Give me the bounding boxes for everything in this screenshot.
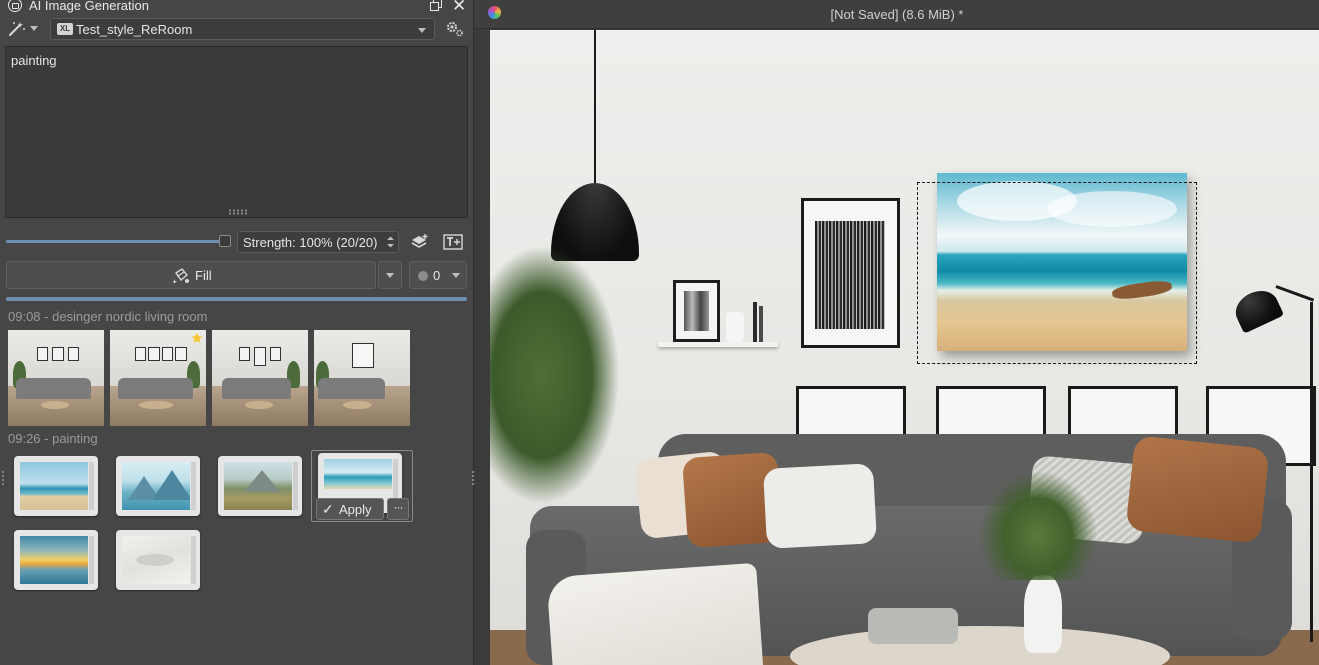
floor-lamp-arm [1275, 285, 1315, 302]
prompt-textarea[interactable]: painting [5, 46, 468, 218]
document-title: [Not Saved] (8.6 MiB) * [830, 7, 964, 22]
small-frame [673, 280, 720, 342]
queue-status-icon [418, 271, 428, 281]
chevron-down-icon [386, 273, 394, 278]
floor-lamp-shade [1229, 284, 1285, 334]
layers-icon[interactable] [410, 233, 430, 251]
apply-button-label: Apply [339, 502, 372, 517]
spin-arrows-icon[interactable] [386, 235, 395, 249]
prompt-text: painting [11, 53, 57, 68]
docker-title: AI Image Generation [29, 0, 149, 13]
app-window: AI Image Generation ✕ XL Test_style_ReRo… [0, 0, 1319, 665]
wall-shelf [658, 342, 778, 347]
history-thumbnail[interactable] [116, 530, 200, 590]
chevron-down-icon [30, 26, 38, 31]
selection-marquee[interactable] [917, 182, 1197, 364]
magic-wand-icon [9, 22, 25, 36]
book [759, 306, 763, 342]
tray [868, 608, 958, 644]
strength-spinbox[interactable]: Strength: 100% (20/20) [237, 231, 399, 253]
canvas-gutter [475, 30, 490, 665]
history-thumbnail[interactable] [212, 330, 308, 426]
docker-titlebar: AI Image Generation ✕ [0, 0, 474, 15]
lamp-cord [594, 30, 596, 185]
strength-slider-handle[interactable] [219, 235, 231, 247]
history-thumbnail[interactable] [14, 530, 98, 590]
queue-button[interactable]: 0 [409, 261, 467, 289]
throw-blanket [546, 562, 764, 665]
chevron-down-icon [418, 28, 426, 33]
style-row: XL Test_style_ReRoom [0, 17, 474, 41]
canvas-image[interactable] [490, 30, 1319, 665]
fill-button[interactable]: Fill [6, 261, 376, 289]
star-icon [191, 332, 203, 343]
style-select[interactable]: XL Test_style_ReRoom [50, 18, 435, 40]
history-thumbnail[interactable] [14, 456, 98, 516]
splitter-handle-icon[interactable] [2, 470, 4, 486]
fill-icon [172, 268, 189, 284]
floor-lamp-pole [1310, 302, 1313, 642]
chevron-down-icon [452, 273, 460, 278]
table-plant [978, 470, 1098, 580]
fill-mode-dropdown[interactable] [378, 261, 402, 289]
strength-slider-track[interactable] [6, 240, 223, 243]
strength-label: Strength: 100% (20/20) [243, 235, 378, 250]
queue-count: 0 [433, 268, 441, 283]
strength-row: Strength: 100% (20/20) [0, 231, 474, 253]
lock-icon[interactable] [8, 0, 22, 12]
settings-gear-icon[interactable] [445, 20, 465, 38]
float-window-icon[interactable] [430, 0, 442, 11]
apply-button[interactable]: ✓ Apply [316, 498, 384, 520]
fill-button-label: Fill [195, 268, 212, 283]
history-thumbnail[interactable] [116, 456, 200, 516]
cushion [762, 463, 878, 549]
history-thumbnail[interactable] [314, 330, 410, 426]
checkmark-icon: ✓ [322, 501, 334, 517]
cushion [1125, 435, 1270, 544]
splitter-handle-icon[interactable] [472, 470, 474, 486]
resize-grip-icon[interactable] [228, 209, 248, 215]
style-xl-badge: XL [57, 23, 73, 35]
history-group-header: 09:08 - desinger nordic living room [8, 309, 208, 324]
generation-progress-bar [6, 297, 467, 301]
history-group-header: 09:26 - painting [8, 431, 98, 446]
more-options-button[interactable]: ··· [387, 498, 409, 520]
ai-image-generation-docker: AI Image Generation ✕ XL Test_style_ReRo… [0, 0, 474, 665]
table-vase [1024, 575, 1062, 653]
generate-row: Fill 0 [0, 261, 474, 289]
history-thumbnail[interactable] [8, 330, 104, 426]
style-select-label: Test_style_ReRoom [76, 22, 193, 37]
workspace-mode-button[interactable] [6, 19, 40, 39]
history-thumbnail[interactable] [110, 330, 206, 426]
canvas-titlebar: [Not Saved] (8.6 MiB) * [475, 0, 1319, 29]
vase [726, 312, 744, 342]
book [753, 302, 757, 342]
text-layer-icon[interactable] [443, 233, 463, 251]
close-icon[interactable]: ✕ [452, 0, 466, 16]
wall-art-frame [801, 198, 900, 348]
plant [490, 245, 620, 505]
history-thumbnail[interactable] [218, 456, 302, 516]
